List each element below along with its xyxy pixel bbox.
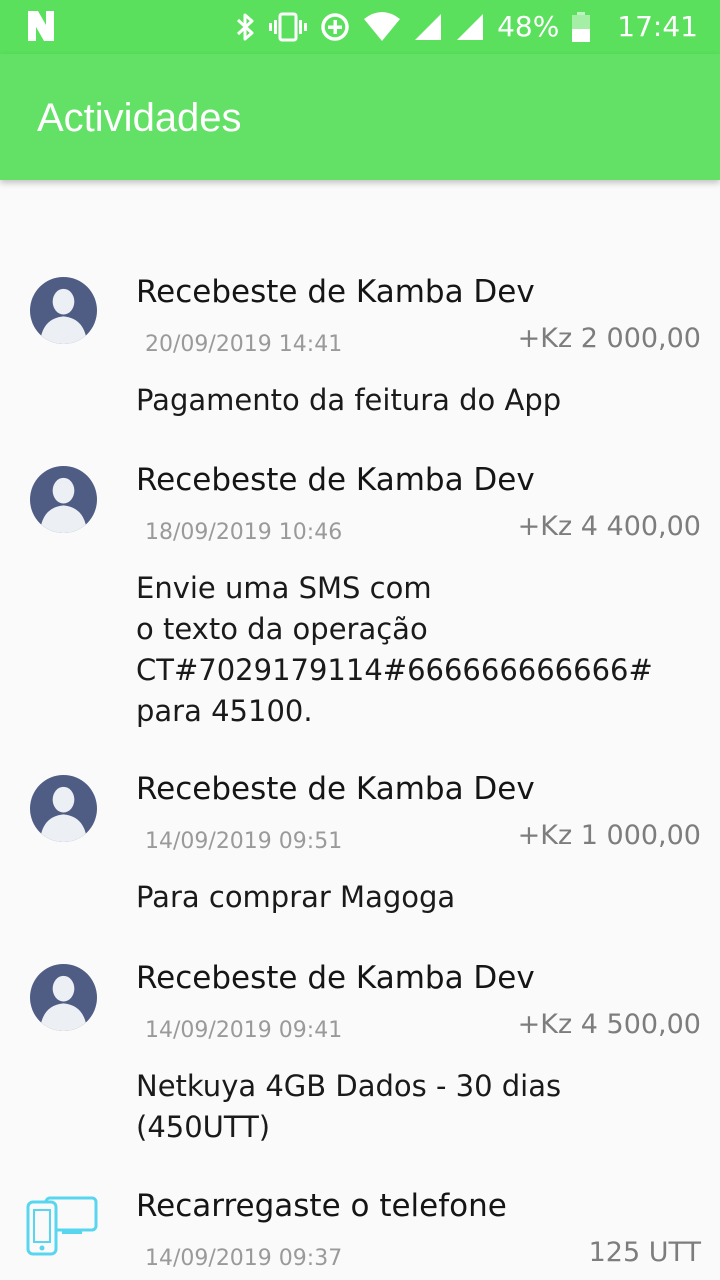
app-bar: Actividades (0, 54, 720, 180)
vibrate-icon (269, 11, 308, 43)
signal-icon (413, 12, 443, 42)
activity-description: Pagamento da feitura do App (136, 383, 562, 417)
activity-description: Para comprar Magoga (136, 880, 456, 914)
activity-date: 20/09/2019 14:41 (145, 332, 343, 357)
user-avatar-icon (30, 964, 97, 1031)
user-avatar-icon (30, 277, 97, 344)
activity-title: Recebeste de Kamba Dev (136, 462, 535, 498)
activity-date: 14/09/2019 09:51 (145, 829, 343, 854)
activity-amount: 125 UTT (588, 1237, 701, 1268)
battery-percent: 48% (497, 10, 560, 43)
data-saver-icon (319, 11, 351, 43)
status-bar: 48% 17:41 (0, 0, 720, 54)
bluetooth-icon (235, 11, 257, 43)
activity-description: Netkuya 4GB Dados - 30 dias (450UTT) (136, 1069, 562, 1144)
activity-amount: +Kz 4 500,00 (517, 1009, 701, 1040)
user-avatar-icon (30, 775, 97, 842)
activity-list[interactable]: Recebeste de Kamba Dev 20/09/2019 14:41 … (0, 180, 720, 1280)
activity-amount: +Kz 2 000,00 (517, 323, 701, 354)
clock: 17:41 (617, 10, 698, 43)
page-title: Actividades (37, 96, 242, 140)
signal-icon (455, 12, 485, 42)
activity-date: 14/09/2019 09:37 (145, 1246, 343, 1271)
n-notification-icon (24, 9, 58, 47)
activity-amount: +Kz 4 400,00 (517, 511, 701, 542)
activity-date: 18/09/2019 10:46 (145, 520, 343, 545)
activity-title: Recebeste de Kamba Dev (136, 960, 535, 996)
phone-devices-icon (26, 1196, 98, 1256)
activity-amount: +Kz 1 000,00 (517, 820, 701, 851)
activity-description: Envie uma SMS com o texto da operação CT… (136, 571, 653, 728)
wifi-icon (363, 11, 401, 43)
activity-title: Recebeste de Kamba Dev (136, 274, 535, 310)
activity-date: 14/09/2019 09:41 (145, 1018, 343, 1043)
user-avatar-icon (30, 466, 97, 533)
battery-icon (571, 11, 591, 43)
activity-title: Recarregaste o telefone (136, 1188, 507, 1224)
activity-title: Recebeste de Kamba Dev (136, 771, 535, 807)
